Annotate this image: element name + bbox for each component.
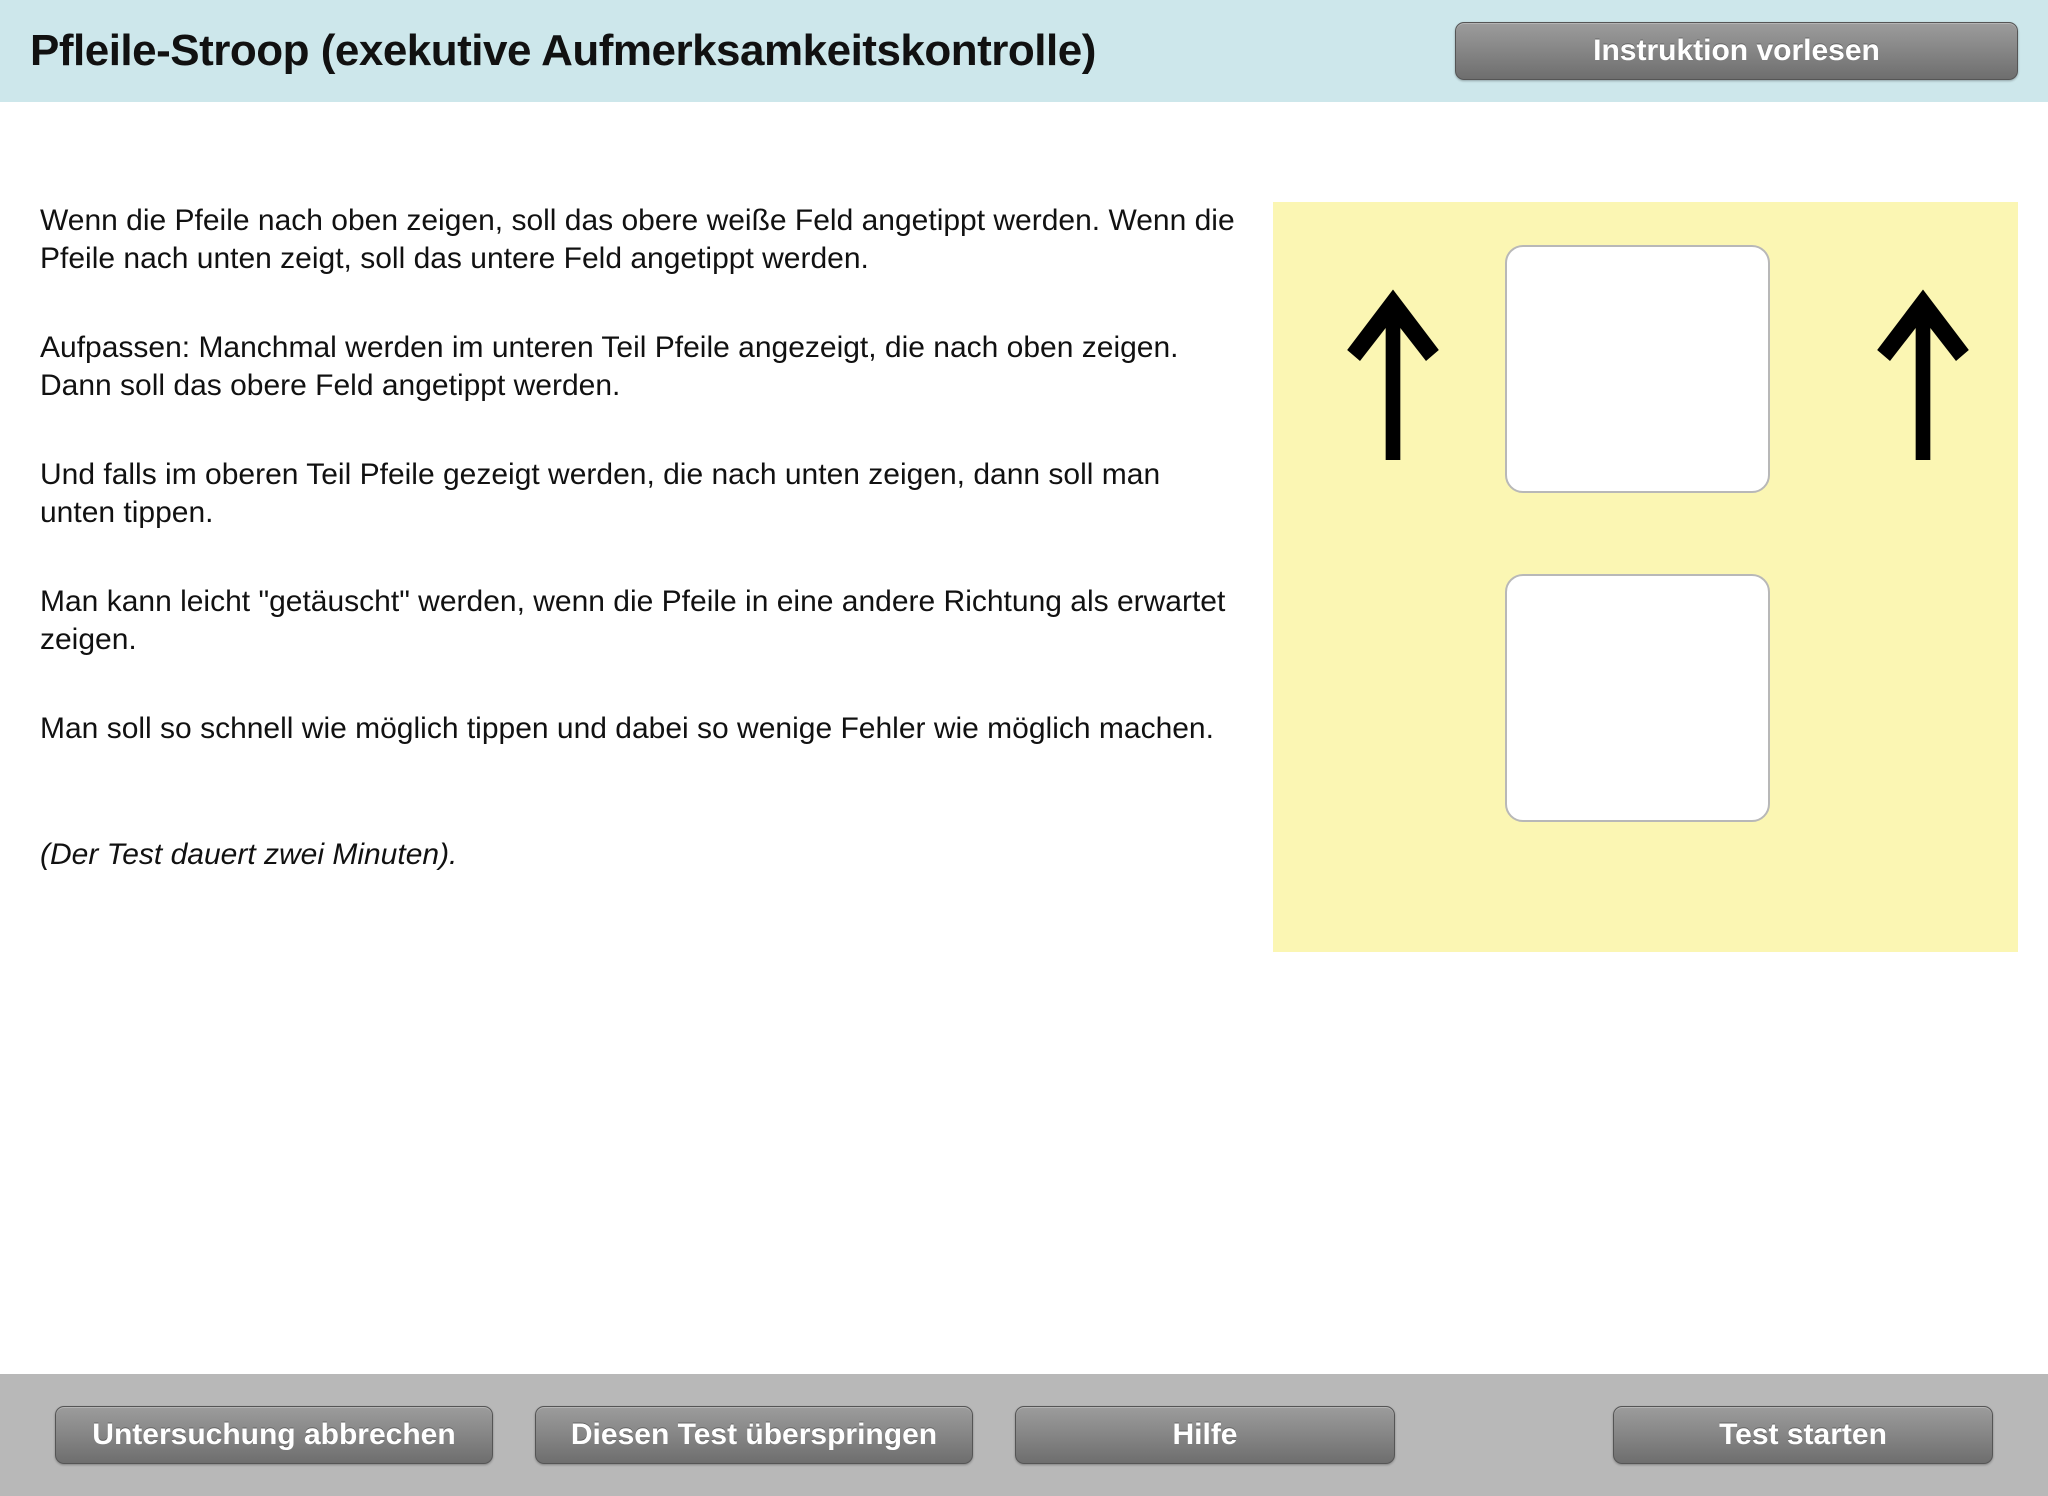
- header-bar: Pfleile-Stroop (exekutive Aufmerksamkeit…: [0, 0, 2048, 102]
- content-area: Wenn die Pfeile nach oben zeigen, soll d…: [0, 102, 2048, 952]
- help-button[interactable]: Hilfe: [1015, 1406, 1395, 1464]
- skip-test-button[interactable]: Diesen Test überspringen: [535, 1406, 973, 1464]
- abort-examination-button[interactable]: Untersuchung abbrechen: [55, 1406, 493, 1464]
- instruction-paragraph: Man soll so schnell wie möglich tippen u…: [40, 710, 1243, 748]
- instruction-paragraph: Wenn die Pfeile nach oben zeigen, soll d…: [40, 202, 1243, 277]
- footer-toolbar: Untersuchung abbrechen Diesen Test übers…: [0, 1374, 2048, 1496]
- read-instructions-button[interactable]: Instruktion vorlesen: [1455, 22, 2018, 80]
- start-test-button[interactable]: Test starten: [1613, 1406, 1993, 1464]
- instruction-paragraph: Aufpassen: Manchmal werden im unteren Te…: [40, 329, 1243, 404]
- instruction-paragraph: Und falls im oberen Teil Pfeile gezeigt …: [40, 456, 1243, 531]
- arrow-up-icon: [1338, 277, 1448, 467]
- page-title: Pfleile-Stroop (exekutive Aufmerksamkeit…: [30, 26, 1096, 76]
- instruction-paragraph: Man kann leicht "getäuscht" werden, wenn…: [40, 583, 1243, 658]
- arrow-up-icon: [1868, 277, 1978, 467]
- tap-target-top[interactable]: [1505, 245, 1770, 493]
- tap-target-bottom[interactable]: [1505, 574, 1770, 822]
- test-duration-note: (Der Test dauert zwei Minuten).: [40, 836, 1243, 874]
- instructions-text: Wenn die Pfeile nach oben zeigen, soll d…: [40, 202, 1243, 952]
- demo-panel: [1273, 202, 2018, 952]
